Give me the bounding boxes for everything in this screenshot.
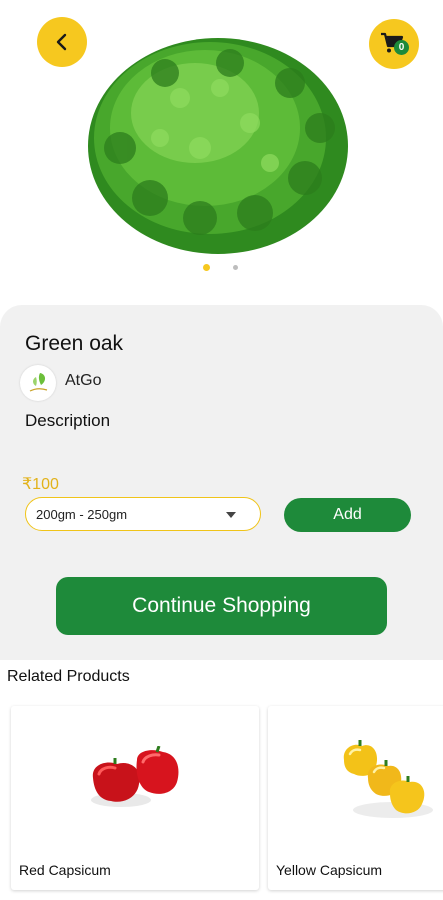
continue-shopping-button[interactable]: Continue Shopping [56, 577, 387, 635]
add-button[interactable]: Add [284, 498, 411, 532]
related-products-title: Related Products [7, 668, 130, 685]
leaf-logo-icon [29, 373, 48, 392]
product-image [88, 38, 348, 254]
chevron-left-icon [56, 33, 67, 51]
description-label: Description [25, 411, 111, 430]
pagination-dot[interactable] [233, 265, 238, 270]
product-details-panel: Green oak AtGo Description ₹100 200gm - … [0, 305, 443, 660]
related-product-name: Red Capsicum [19, 862, 111, 878]
related-product-name: Yellow Capsicum [276, 862, 383, 878]
red-capsicum-image [91, 746, 179, 807]
caret-down-icon [226, 512, 236, 518]
related-product-card[interactable]: Red Capsicum [11, 706, 259, 890]
cart-count-badge: 0 [394, 40, 409, 55]
brand-logo [20, 365, 56, 401]
product-hero: 0 [0, 0, 443, 300]
product-name: Green oak [25, 332, 124, 355]
image-pagination [0, 264, 443, 274]
pagination-dot-active[interactable] [203, 264, 210, 271]
size-select-value: 200gm - 250gm [36, 507, 128, 522]
size-select[interactable]: 200gm - 250gm [25, 497, 261, 531]
cart-button[interactable]: 0 [369, 19, 419, 69]
product-price: ₹100 [22, 476, 59, 493]
brand-name: AtGo [65, 372, 102, 389]
related-product-card[interactable]: Yellow Capsicum [268, 706, 443, 890]
